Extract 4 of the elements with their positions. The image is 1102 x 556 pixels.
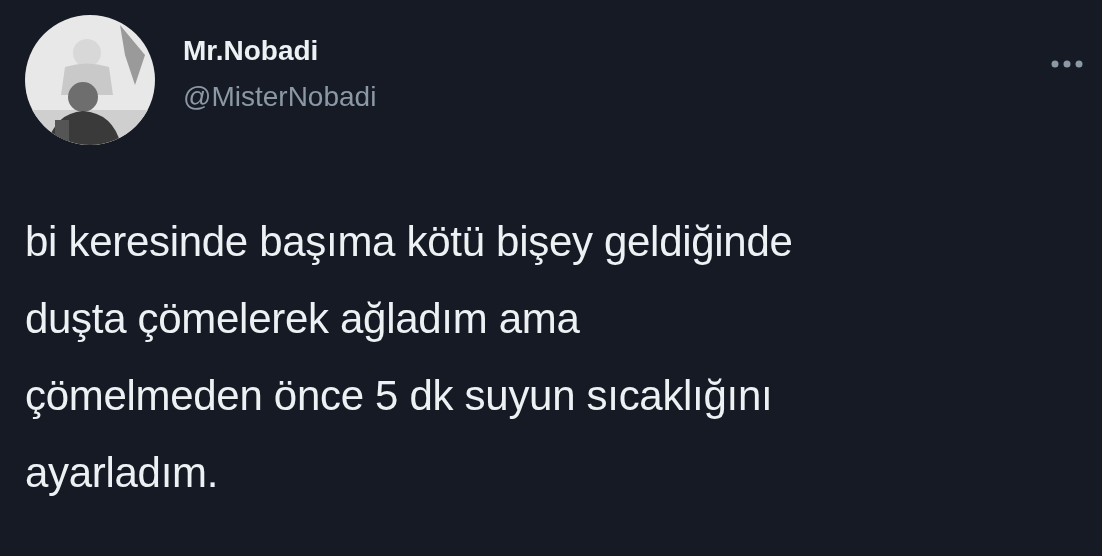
tweet-text: bi keresinde başıma kötü bişey geldiğinde duşta çömelerek ağladım ama çömelmeden önce 5 dk suyun sıcaklığını ayarladım. (25, 217, 794, 498)
user-handle: @MisterNobadi (183, 80, 378, 114)
more-icon[interactable] (1050, 59, 1084, 69)
display-name: Mr.Nobadi (183, 34, 320, 68)
